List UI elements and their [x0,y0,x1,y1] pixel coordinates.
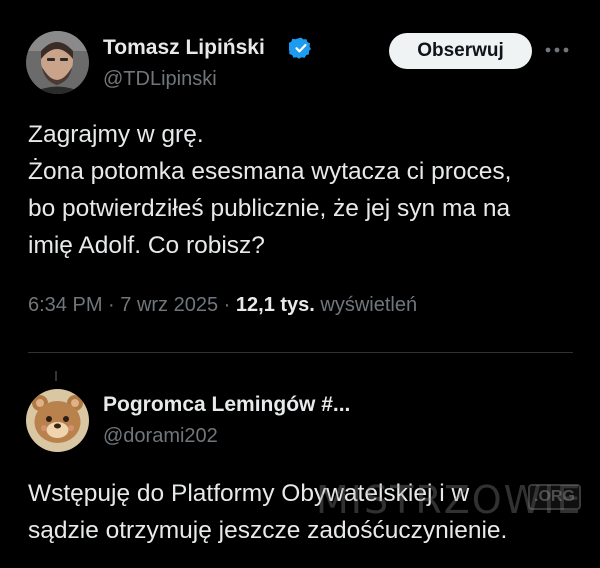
follow-button[interactable]: Obserwuj [389,33,532,69]
separator-dot: · [223,294,236,316]
tweet-time[interactable]: 6:34 PM [28,294,102,316]
reply-author-avatar[interactable] [26,389,89,452]
reply-author-handle[interactable]: @dorami202 [103,425,218,448]
reply-author-name[interactable]: Pogromca Lemingów #... [103,393,350,417]
tweet-meta: 6:34 PM · 7 wrz 2025 · 12,1 tys. wyświet… [28,294,417,317]
cartoon-bear-icon [26,389,89,452]
author-name[interactable]: Tomasz Lipiński [103,36,265,60]
tweet-text-line: bo potwierdziłeś publicznie, że jej syn … [28,195,511,222]
tweet-text: Zagrajmy w grę. Żona potomka esesmana wy… [28,116,588,264]
separator-dot: · [108,294,121,316]
author-avatar[interactable] [26,31,89,94]
ellipsis-icon[interactable] [543,40,571,65]
tweet-text-line: Zagrajmy w grę. [28,121,204,148]
author-handle[interactable]: @TDLipinski [103,68,217,91]
thread-line [55,371,57,381]
tweet-text-line: Żona potomka esesmana wytacza ci proces, [28,158,512,185]
tweet-text-line: imię Adolf. Co robisz? [28,232,265,259]
views-count: 12,1 tys. [235,294,315,316]
tweet-date[interactable]: 7 wrz 2025 [120,294,218,316]
divider [28,352,573,353]
views-label: wyświetleń [320,294,418,316]
verified-badge-icon [287,36,313,65]
profile-photo-icon [26,31,89,94]
watermark-suffix: .ORG [528,484,581,510]
